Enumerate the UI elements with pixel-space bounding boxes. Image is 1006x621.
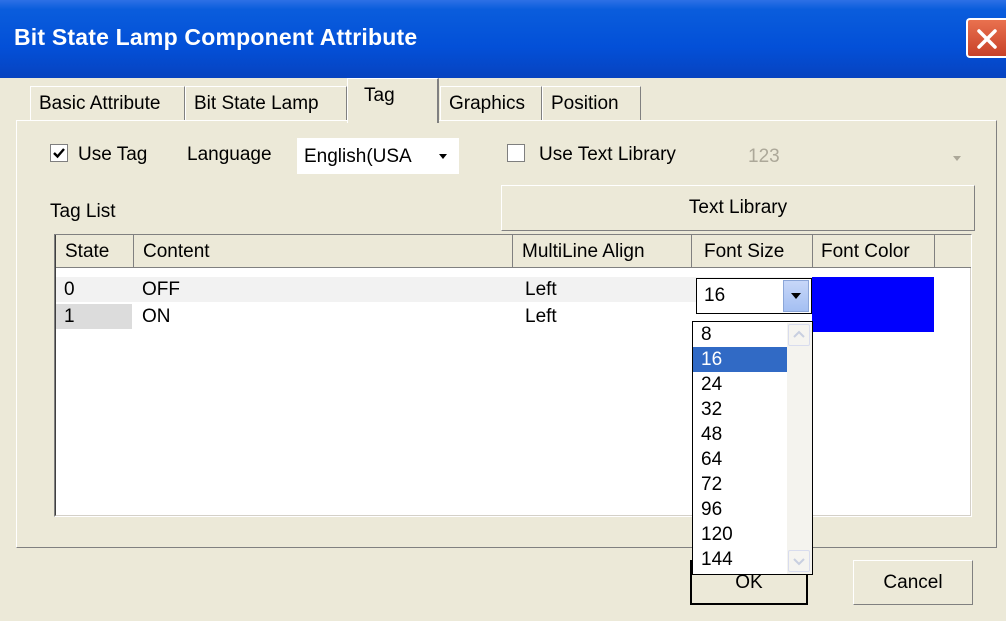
dropdown-option[interactable]: 24 xyxy=(693,372,797,397)
font-size-value: 16 xyxy=(704,285,726,306)
header-filler xyxy=(935,235,971,268)
window-title: Bit State Lamp Component Attribute xyxy=(14,24,418,50)
chevron-down-icon xyxy=(791,293,801,299)
dropdown-option[interactable]: 120 xyxy=(693,522,797,547)
text-library-select-value: 123 xyxy=(748,146,780,167)
chevron-down-icon xyxy=(951,148,963,170)
dropdown-scrollbar[interactable] xyxy=(787,323,812,574)
use-text-library-checkbox[interactable] xyxy=(507,144,525,162)
text-library-button-label: Text Library xyxy=(688,197,788,218)
use-tag-label: Use Tag xyxy=(78,144,148,165)
dropdown-option[interactable]: 32 xyxy=(693,397,797,422)
cancel-button[interactable]: Cancel xyxy=(853,560,973,605)
scroll-down-button[interactable] xyxy=(788,550,810,572)
header-state[interactable]: State xyxy=(56,235,134,268)
language-label: Language xyxy=(187,144,272,165)
close-icon xyxy=(977,29,997,49)
text-library-button[interactable]: Text Library xyxy=(501,185,975,231)
dropdown-option[interactable]: 72 xyxy=(693,472,797,497)
tab-position[interactable]: Position xyxy=(542,86,641,120)
chevron-down-icon xyxy=(437,146,449,168)
text-library-select[interactable]: 123 xyxy=(737,138,975,172)
dropdown-option[interactable]: 64 xyxy=(693,447,797,472)
use-tag-checkbox[interactable] xyxy=(50,144,68,162)
dropdown-option[interactable]: 48 xyxy=(693,422,797,447)
header-font-color[interactable]: Font Color xyxy=(813,235,935,268)
cell-content: ON xyxy=(142,306,171,327)
language-select[interactable]: English(USA xyxy=(297,138,459,174)
cancel-button-label: Cancel xyxy=(883,571,943,593)
dropdown-option[interactable]: 96 xyxy=(693,497,797,522)
language-value: English(USA xyxy=(304,146,412,167)
chevron-down-icon xyxy=(793,558,805,566)
cell-align: Left xyxy=(525,279,557,300)
header-font-size[interactable]: Font Size xyxy=(692,235,813,268)
cell-state: 0 xyxy=(64,279,75,300)
tab-label: Position xyxy=(551,93,619,114)
close-button[interactable] xyxy=(966,18,1006,58)
tab-label: Basic Attribute xyxy=(39,93,161,114)
cell-content: OFF xyxy=(142,279,180,300)
font-size-select[interactable]: 16 xyxy=(696,278,812,314)
tab-basic-attribute[interactable]: Basic Attribute xyxy=(30,86,185,120)
dropdown-option[interactable]: 144 xyxy=(693,547,797,572)
font-size-dropdown-list[interactable]: 8 16 24 32 48 64 72 96 120 144 xyxy=(692,321,813,575)
title-bar: Bit State Lamp Component Attribute xyxy=(0,0,1006,78)
use-text-library-label: Use Text Library xyxy=(539,144,676,165)
tab-label: Bit State Lamp xyxy=(194,93,319,114)
dropdown-option-selected[interactable]: 16 xyxy=(693,347,797,372)
tab-graphics[interactable]: Graphics xyxy=(440,86,542,120)
cell-align: Left xyxy=(525,306,557,327)
dropdown-option[interactable]: 8 xyxy=(693,322,797,347)
tab-bit-state-lamp[interactable]: Bit State Lamp xyxy=(185,86,347,120)
tag-list-table: State Content MultiLine Align Font Size … xyxy=(54,234,972,517)
tag-list-label: Tag List xyxy=(50,201,116,222)
scroll-up-button[interactable] xyxy=(788,324,810,346)
tab-label: Graphics xyxy=(449,93,526,114)
chevron-up-icon xyxy=(793,330,805,338)
cell-state: 1 xyxy=(64,306,75,327)
header-multiline-align[interactable]: MultiLine Align xyxy=(513,235,692,268)
tab-label: Tag xyxy=(364,85,395,106)
dropdown-button[interactable] xyxy=(783,280,809,312)
header-content[interactable]: Content xyxy=(134,235,513,268)
tab-tag[interactable]: Tag xyxy=(347,78,439,123)
font-color-swatch[interactable] xyxy=(812,277,934,332)
checkmark-icon xyxy=(53,148,65,159)
